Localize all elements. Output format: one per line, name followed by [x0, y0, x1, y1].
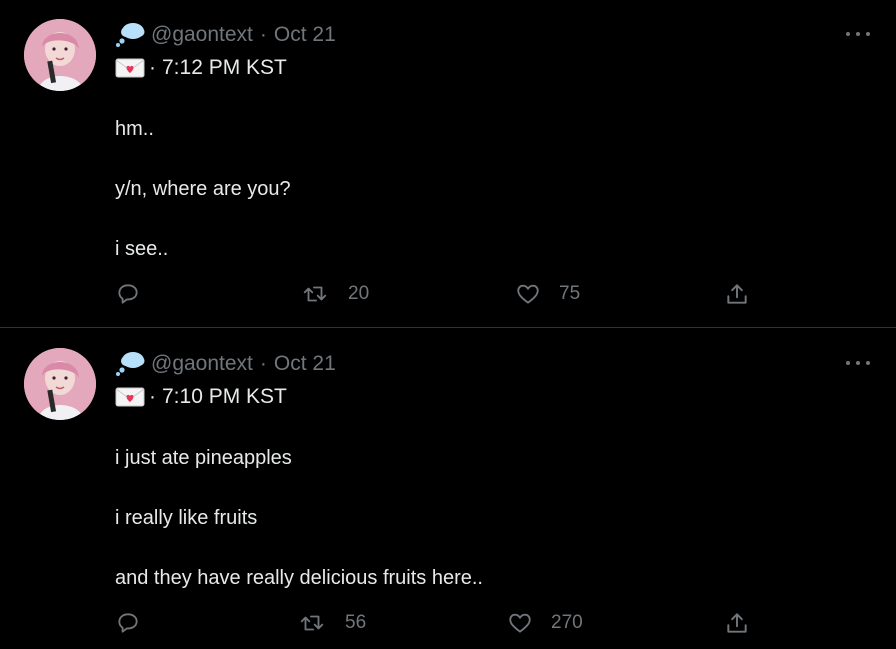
more-icon[interactable] [846, 24, 870, 44]
retweet-icon [303, 286, 327, 302]
like-count: 75 [559, 283, 581, 304]
reply-icon [118, 613, 138, 633]
love-letter-icon [115, 58, 145, 78]
tweet-text-line: hm.. [115, 118, 154, 140]
tweet-time-line: · 7:10 PM KST [115, 383, 287, 411]
tweet-header: @gaontext · Oct 21 [115, 350, 336, 378]
thought-balloon-icon [116, 352, 145, 376]
tweet-date[interactable]: Oct 21 [274, 352, 336, 376]
reply-button[interactable] [115, 610, 141, 636]
tweet-text-line: i see.. [115, 238, 169, 260]
separator: · [259, 352, 267, 375]
tweet-text-line: i just ate pineapples [115, 447, 292, 469]
user-handle[interactable]: @gaontext [151, 352, 253, 376]
tweet-text-line: i really like fruits [115, 507, 258, 529]
user-handle[interactable]: @gaontext [151, 23, 253, 47]
like-button[interactable]: 270 [507, 610, 583, 636]
like-count: 270 [551, 612, 583, 633]
love-letter-icon [115, 387, 145, 407]
tweet-time: 7:10 PM KST [162, 385, 287, 408]
tweet-actions: 56 270 [0, 610, 896, 640]
tweet-text-line: and they have really delicious fruits he… [115, 567, 483, 589]
share-button[interactable] [724, 281, 750, 307]
retweet-count: 20 [348, 283, 370, 304]
tweet[interactable]: @gaontext · Oct 21 · 7:10 PM KST i just … [0, 329, 896, 649]
retweet-button[interactable]: 56 [299, 610, 366, 636]
like-button[interactable]: 75 [515, 281, 580, 307]
separator: · [259, 23, 267, 46]
avatar[interactable] [24, 348, 96, 420]
avatar[interactable] [24, 19, 96, 91]
time-separator: · [149, 56, 156, 79]
heart-icon [509, 613, 531, 633]
share-button[interactable] [724, 610, 750, 636]
retweet-icon [300, 615, 324, 631]
tweet-actions: 20 75 [0, 281, 896, 311]
retweet-button[interactable]: 20 [302, 281, 369, 307]
share-icon [727, 613, 747, 633]
more-icon[interactable] [846, 353, 870, 373]
reply-button[interactable] [115, 281, 141, 307]
tweet-time: 7:12 PM KST [162, 56, 287, 79]
heart-icon [517, 284, 539, 304]
tweet-header: @gaontext · Oct 21 [115, 21, 336, 49]
reply-icon [118, 284, 138, 304]
time-separator: · [149, 385, 156, 408]
retweet-count: 56 [345, 612, 367, 633]
tweet-date[interactable]: Oct 21 [274, 23, 336, 47]
tweet-text-line: y/n, where are you? [115, 178, 291, 200]
tweet-time-line: · 7:12 PM KST [115, 54, 287, 82]
thought-balloon-icon [116, 23, 145, 47]
share-icon [727, 284, 747, 304]
tweet[interactable]: @gaontext · Oct 21 · 7:12 PM KST hm.. y/… [0, 0, 896, 328]
